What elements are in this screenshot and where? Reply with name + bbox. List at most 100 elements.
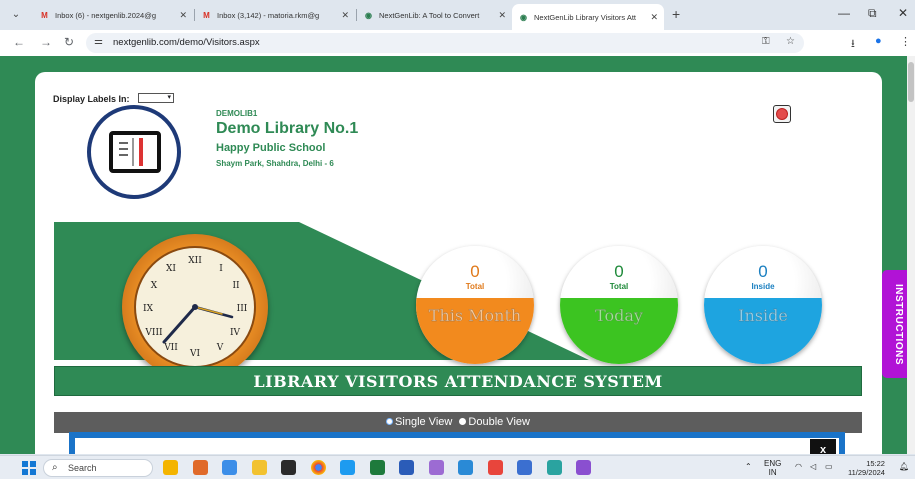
tab-search-icon[interactable]: ⌄ (9, 8, 23, 22)
menu-kebab-icon[interactable]: ⋮ (900, 35, 911, 48)
gauge-caption: Inside (751, 282, 775, 291)
search-placeholder: Search (68, 463, 97, 473)
taskbar-clock[interactable]: 15:22 11/29/2024 (848, 459, 885, 477)
double-view-option[interactable]: Double View (459, 412, 530, 433)
clock-numeral: VIII (145, 328, 163, 338)
weather-icon[interactable] (163, 460, 178, 475)
modal-close-button[interactable]: x (810, 439, 836, 454)
app-icon[interactable] (488, 460, 503, 475)
reload-icon[interactable]: ↻ (64, 35, 74, 49)
volume-icon[interactable]: ◁ (810, 462, 816, 471)
clock-numeral: VI (189, 349, 201, 359)
library-logo (87, 105, 181, 199)
tab-nextgenlib-tool[interactable]: ◉ NextGenLib: A Tool to Convert ✕ (357, 4, 512, 26)
double-view-label: Double View (468, 416, 530, 428)
record-button[interactable] (773, 105, 791, 123)
download-icon[interactable]: ⭳ (851, 35, 855, 54)
view-mode-bar: Single View Double View (54, 412, 862, 433)
windows-start-icon[interactable] (22, 461, 36, 475)
clock-numeral: IV (229, 328, 241, 338)
clock-numeral: IX (143, 304, 153, 314)
chrome-icon[interactable] (311, 460, 326, 475)
tab-visitors-active[interactable]: ◉ NextGenLib Library Visitors Att ✕ (512, 4, 664, 30)
analog-clock: XII I II III IV V VI VII VIII IX X XI (122, 234, 268, 380)
app-icon[interactable] (547, 460, 562, 475)
password-key-icon[interactable]: ⚿ (762, 36, 770, 47)
wifi-icon[interactable]: ◠ (795, 462, 802, 471)
gauge-watermark: Inside (738, 306, 788, 325)
app-icon[interactable] (458, 460, 473, 475)
forward-icon[interactable]: → (40, 35, 52, 49)
page-title: LIBRARY VISITORS ATTENDANCE SYSTEM (54, 366, 862, 396)
close-icon[interactable]: ✕ (498, 10, 506, 21)
gauge-this-month: 0 Total This Month (416, 246, 534, 364)
library-address: Shaym Park, Shahdra, Delhi - 6 (216, 159, 334, 168)
restore-icon[interactable]: ⧉ (868, 6, 877, 21)
close-icon[interactable]: ✕ (179, 10, 187, 21)
edge-icon[interactable] (340, 460, 355, 475)
radio-checked-icon[interactable] (459, 418, 467, 425)
clock-numeral: III (236, 304, 248, 314)
clock-numeral: XI (166, 264, 176, 274)
library-code: DEMOLIB1 (216, 109, 258, 118)
book-icon (109, 131, 161, 173)
gauge-caption: Total (609, 282, 629, 291)
gmail-icon: M (203, 10, 210, 20)
minimize-icon[interactable]: — (838, 6, 850, 20)
bookmark-star-icon[interactable]: ☆ (786, 36, 795, 47)
language-indicator[interactable]: ENG IN (764, 459, 781, 477)
single-view-option[interactable]: Single View (386, 412, 452, 433)
tab-label: Inbox (6) - nextgenlib.2024@g (55, 10, 157, 20)
close-icon[interactable]: ✕ (341, 10, 349, 21)
display-labels-label: Display Labels In: (53, 94, 130, 104)
clock-numeral: XII (188, 256, 202, 266)
clock-numeral: VII (164, 343, 178, 353)
battery-icon[interactable]: ▭ (825, 462, 833, 471)
gmail-icon: M (41, 10, 48, 20)
time-text: 15:22 (866, 459, 885, 468)
back-icon[interactable]: ← (13, 35, 25, 49)
clock-numeral: X (150, 281, 158, 291)
gauge-caption: Total (465, 282, 485, 291)
tab-inbox-1[interactable]: M Inbox (6) - nextgenlib.2024@g ✕ (33, 4, 193, 26)
photos-icon[interactable] (193, 460, 208, 475)
clock-numeral: I (219, 264, 223, 274)
tab-inbox-2[interactable]: M Inbox (3,142) - matoria.rkm@g ✕ (195, 4, 355, 26)
date-text: 11/29/2024 (848, 468, 885, 477)
chevron-up-icon[interactable]: ⌃ (745, 462, 752, 471)
gauge-value: 0 (470, 262, 480, 281)
taskbar-search[interactable]: ⌕ Search (43, 459, 153, 477)
chevron-down-icon: ▾ (167, 94, 171, 101)
app-icon[interactable] (429, 460, 444, 475)
gauge-value: 0 (758, 262, 768, 281)
terminal-icon[interactable] (281, 460, 296, 475)
main-card: Display Labels In: ▾ DEMOLIB1 Demo Libra… (35, 72, 882, 454)
gauge-inside: 0 Inside Inside (704, 246, 822, 364)
gauge-watermark: This Month (428, 306, 522, 325)
address-bar[interactable]: ⚌ nextgenlib.com/demo/Visitors.aspx ⚿ ☆ (86, 33, 804, 53)
excel-icon[interactable] (370, 460, 385, 475)
page-scrollbar[interactable] (907, 56, 915, 454)
profile-icon[interactable]: ● (875, 35, 882, 47)
window-close-icon[interactable]: ✕ (898, 6, 908, 20)
site-info-icon[interactable]: ⚌ (94, 36, 103, 47)
word-icon[interactable] (399, 460, 414, 475)
lang-bottom: IN (768, 468, 777, 477)
tab-strip: ⌄ M Inbox (6) - nextgenlib.2024@g ✕ M In… (0, 0, 915, 30)
gauge-value: 0 (614, 262, 624, 281)
nextgenlib-icon: ◉ (520, 12, 527, 22)
tab-label: NextGenLib Library Visitors Att (534, 12, 636, 22)
notification-bell-icon[interactable]: 🔔︎ (899, 462, 909, 471)
new-tab-icon[interactable]: + (672, 6, 680, 22)
file-explorer-icon[interactable] (252, 460, 267, 475)
browser-toolbar: ← → ↻ ⚌ nextgenlib.com/demo/Visitors.asp… (0, 30, 915, 56)
scan-modal (69, 432, 845, 454)
tab-label: NextGenLib: A Tool to Convert (379, 10, 480, 20)
display-labels-select[interactable]: ▾ (138, 93, 174, 103)
visual-studio-icon[interactable] (576, 460, 591, 475)
close-icon[interactable]: ✕ (650, 12, 658, 23)
notepad-icon[interactable] (517, 460, 532, 475)
clock-face: XII I II III IV V VI VII VIII IX X XI (134, 246, 256, 368)
radio-unchecked-icon[interactable] (386, 418, 394, 425)
app-icon[interactable] (222, 460, 237, 475)
